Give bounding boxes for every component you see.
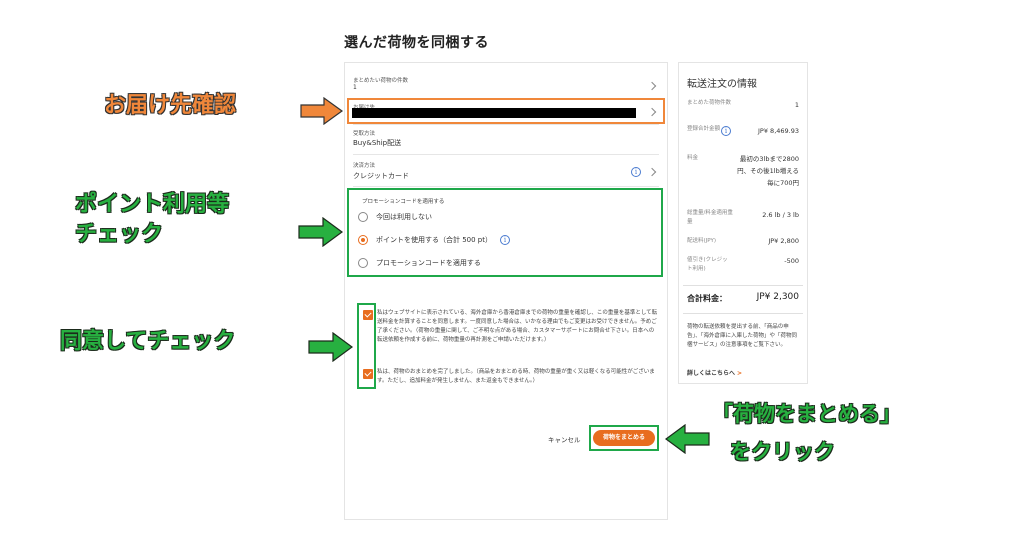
summary-row-label: 配送料(JPY) <box>687 238 716 244</box>
payment-method-row[interactable]: 決済方法 クレジットカード i <box>353 155 659 187</box>
info-icon[interactable]: i <box>631 167 641 177</box>
total-label: 合計料金： <box>687 294 727 303</box>
annotation-agree: 同意してチェック <box>60 329 236 354</box>
chevron-right-icon: > <box>737 370 743 377</box>
summary-title: 転送注文の情報 <box>687 79 757 90</box>
order-summary-card: 転送注文の情報 まとめた荷物件数 1 登録合計金額 i JP¥ 8,469.93… <box>678 62 808 384</box>
summary-row-label: 登録合計金額 <box>687 126 721 132</box>
summary-row-label: 料金 <box>687 155 699 161</box>
page-title: 選んだ荷物を同梱する <box>344 35 489 51</box>
summary-row-value: 1 <box>794 101 799 109</box>
total-value: JP¥ 2,300 <box>756 292 799 302</box>
package-count-label: まとめたい荷物の件数 <box>353 78 409 84</box>
main-form-card: まとめたい荷物の件数 1 お届け先 受取方法 Buy&Ship配送 決済方法 ク… <box>344 62 668 520</box>
shipping-method-row: 受取方法 Buy&Ship配送 <box>353 125 659 155</box>
annotation-points-line2: チェック <box>75 222 164 247</box>
consent-highlight <box>357 303 376 389</box>
summary-row-value: 2.6 lb / 3 lb <box>762 211 799 219</box>
package-count-value: 1 <box>353 84 357 91</box>
package-count-row[interactable]: まとめたい荷物の件数 1 <box>353 69 659 99</box>
summary-row-label: 値引き(クレジット利用) <box>687 257 728 272</box>
summary-row-value: JP¥ 8,469.93 <box>758 127 799 135</box>
annotation-points-line1: ポイント利用等 <box>75 192 230 217</box>
divider <box>683 313 803 314</box>
promotion-highlight <box>347 188 663 277</box>
divider <box>683 285 803 286</box>
address-highlight <box>347 98 665 124</box>
arrow-right-icon <box>300 97 344 125</box>
consent-weight-text: 私はウェブサイトに表示されている、海外倉庫から香港倉庫までの荷物の重量を確認し、… <box>377 310 658 343</box>
shipping-method-label: 受取方法 <box>353 131 376 137</box>
chevron-right-icon <box>647 167 657 177</box>
summary-row-value: JP¥ 2,800 <box>768 237 799 245</box>
more-info-label: 詳しくはこちらへ <box>687 370 736 377</box>
arrow-right-icon <box>298 217 344 247</box>
summary-row-label: まとめた荷物件数 <box>687 100 732 106</box>
summary-row-value: -500 <box>784 257 799 265</box>
shipping-method-value: Buy&Ship配送 <box>353 139 402 147</box>
submit-highlight <box>589 425 659 451</box>
annotation-click-line1: 「荷物をまとめる」 <box>712 402 901 426</box>
consent-complete-text: 私は、荷物のおまとめを完了しました。（商品をおまとめる時、荷物の重量が重く又は軽… <box>377 369 655 384</box>
notice-text: 荷物の転送依頼を提出する前、「商品の申告」、「海外倉庫に入庫した荷物」や「荷物同… <box>687 324 798 348</box>
chevron-right-icon <box>647 81 657 91</box>
annotation-click-line2: をクリック <box>730 440 835 464</box>
cancel-button[interactable]: キャンセル <box>548 434 581 444</box>
more-info-link[interactable]: 詳しくはこちらへ > <box>687 368 742 377</box>
arrow-left-icon <box>664 424 710 454</box>
summary-row-value: 最初の3lbまで2800円、その後1lb増える毎に700円 <box>737 155 799 187</box>
summary-row-label: 総重量/料金適用重量 <box>687 210 733 225</box>
info-icon[interactable]: i <box>721 126 731 136</box>
arrow-right-icon <box>308 332 354 362</box>
payment-method-value: クレジットカード <box>353 172 409 180</box>
annotation-address: お届け先確認 <box>103 92 237 118</box>
payment-method-label: 決済方法 <box>353 163 376 169</box>
